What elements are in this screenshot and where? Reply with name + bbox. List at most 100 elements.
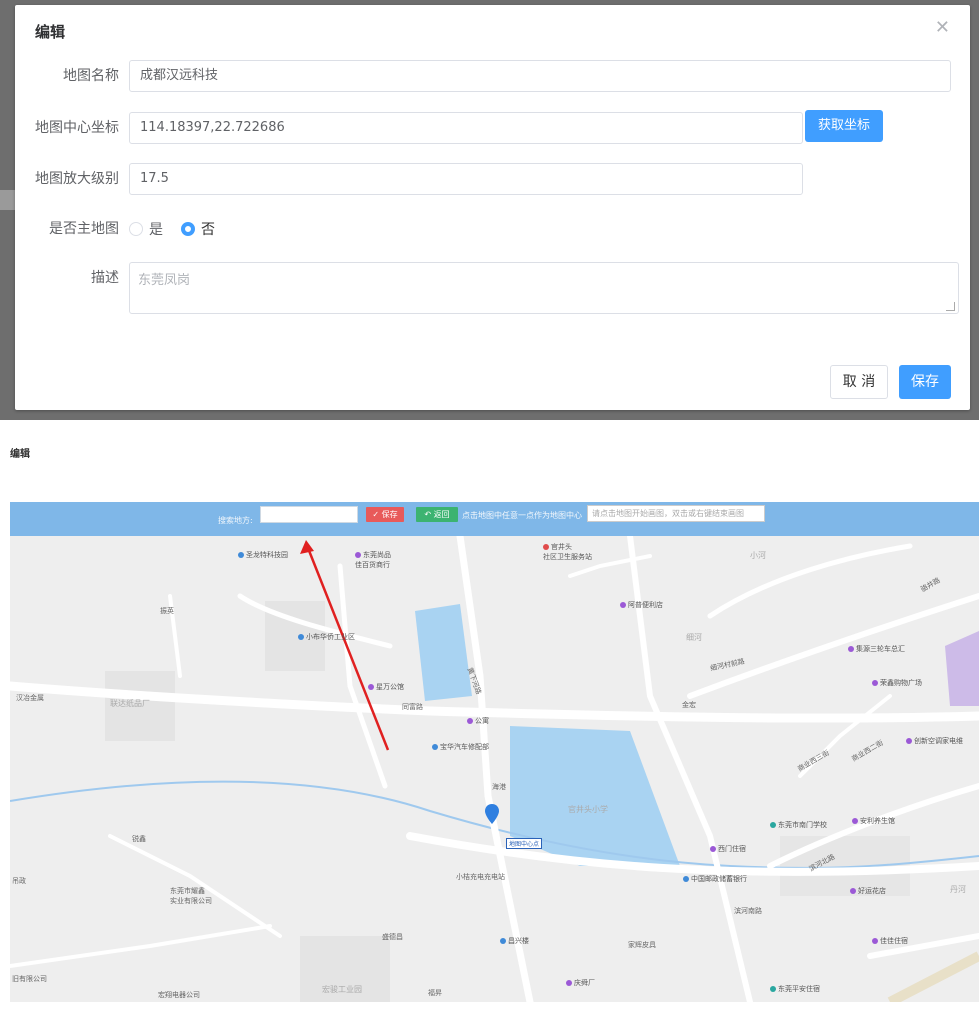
is-main-label: 是否主地图 <box>49 221 119 237</box>
map-roads <box>10 536 979 1002</box>
radio-yes-label[interactable]: 是 <box>149 219 163 239</box>
map-label: 阿普便利店 <box>620 600 663 610</box>
poi-pin-icon <box>543 544 549 550</box>
dialog-title: 编辑 <box>35 23 66 41</box>
poi-pin-icon <box>298 634 304 640</box>
description-textarea[interactable]: 东莞凤岗 <box>129 262 959 314</box>
poi-pin-icon <box>848 646 854 652</box>
poi-pin-icon <box>566 980 572 986</box>
map-label: 小布华侨工业区 <box>298 632 355 642</box>
radio-yes[interactable] <box>129 222 143 236</box>
map-label: 海港 <box>492 783 506 791</box>
row-map-name: 地图名称 成都汉远科技 <box>15 60 970 92</box>
zoom-label: 地图放大级别 <box>35 171 119 187</box>
map-label: 东莞尚品 佳百货商行 <box>355 551 391 569</box>
map-label: 官井头小学 <box>568 805 608 814</box>
poi-pin-icon <box>620 602 626 608</box>
poi-pin-icon <box>906 738 912 744</box>
radio-no[interactable] <box>181 222 195 236</box>
poi-pin-icon <box>872 680 878 686</box>
map-label: 东莞平安住宿 <box>770 984 820 994</box>
map-label: 集源三轮车总汇 <box>848 644 905 654</box>
map-center-hint: 点击地图中任意一点作为地图中心 <box>462 511 582 520</box>
map-label: 好运花店 <box>850 886 886 896</box>
map-label: 丹河 <box>950 885 966 894</box>
map-label: 汉冶金属 <box>16 694 44 702</box>
map-save-button[interactable]: ✓ 保存 <box>366 507 404 522</box>
map-label: 创新空调家电维 <box>906 736 963 746</box>
row-description: 描述 东莞凤岗 <box>15 262 970 314</box>
map-toolbar: 搜索地方: ✓ 保存 ↶ 返回 点击地图中任意一点作为地图中心 请点击地图开始画… <box>10 502 979 536</box>
description-label: 描述 <box>91 270 119 286</box>
map-label: 星万公馆 <box>368 682 404 692</box>
map-label: 中国邮政储蓄银行 <box>683 874 747 884</box>
search-label: 搜索地方: <box>218 516 253 525</box>
poi-pin-icon <box>710 846 716 852</box>
save-button[interactable]: 保存 <box>899 365 951 399</box>
dialog-screenshot: 编辑 ✕ 地图名称 成都汉远科技 地图中心坐标 114.18397,22.722… <box>0 0 979 420</box>
map-name-label: 地图名称 <box>63 68 119 84</box>
center-coord-input[interactable]: 114.18397,22.722686 <box>129 112 803 144</box>
map-name-input[interactable]: 成都汉远科技 <box>129 60 951 92</box>
map-label: 旧有限公司 <box>12 975 47 983</box>
radio-no-label[interactable]: 否 <box>201 219 215 239</box>
get-coordinate-button[interactable]: 获取坐标 <box>805 110 883 142</box>
poi-pin-icon <box>355 552 361 558</box>
map-label: 滨河南路 <box>734 907 762 915</box>
poi-pin-icon <box>500 938 506 944</box>
poi-pin-icon <box>432 744 438 750</box>
map-label: 荣鑫购物广场 <box>872 678 922 688</box>
is-main-radio-group: 是 否 <box>129 213 233 245</box>
search-place-input[interactable] <box>260 506 358 523</box>
row-is-main: 是否主地图 是 否 <box>15 213 970 245</box>
map-label: 小桔充电充电站 <box>456 873 505 881</box>
poi-pin-icon <box>850 888 856 894</box>
cancel-button[interactable]: 取 消 <box>830 365 888 399</box>
map-label: 公寓 <box>467 716 489 726</box>
map-editor: 搜索地方: ✓ 保存 ↶ 返回 点击地图中任意一点作为地图中心 请点击地图开始画… <box>10 502 979 1002</box>
map-label: 金宏 <box>682 701 696 709</box>
background-strip <box>0 190 16 210</box>
poi-pin-icon <box>770 986 776 992</box>
map-label: 佳佳住宿 <box>872 936 908 946</box>
map-label: 细河 <box>686 633 702 642</box>
map-label: 联达纸品厂 <box>110 699 150 708</box>
map-label: 小河 <box>750 551 766 560</box>
map-label: 圣龙特科技园 <box>238 550 288 560</box>
poi-pin-icon <box>238 552 244 558</box>
description-placeholder: 东莞凤岗 <box>138 273 191 288</box>
poi-pin-icon <box>467 718 473 724</box>
map-label: 官井头 社区卫生服务站 <box>543 543 592 561</box>
edit-dialog: 编辑 ✕ 地图名称 成都汉远科技 地图中心坐标 114.18397,22.722… <box>15 5 970 410</box>
map-label: 庆舜厂 <box>566 978 595 988</box>
resize-handle-icon[interactable] <box>946 302 955 311</box>
draw-hint-input[interactable]: 请点击地图开始画图，双击或右键结束画图 <box>587 505 765 522</box>
map-label: 宏翔电器公司 <box>158 991 200 999</box>
poi-pin-icon <box>852 818 858 824</box>
map-label: 宏骏工业园 <box>322 985 362 994</box>
editor-page-title: 编辑 <box>10 449 30 460</box>
map-label: 西门住宿 <box>710 844 746 854</box>
map-label: 家辉皮具 <box>628 941 656 949</box>
poi-pin-icon <box>368 684 374 690</box>
map-label: 福昇 <box>428 989 442 997</box>
poi-pin-icon <box>683 876 689 882</box>
poi-pin-icon <box>872 938 878 944</box>
map-label: 东莞市南门学校 <box>770 820 827 830</box>
map-label: 东莞市耀鑫 实业有限公司 <box>170 887 212 905</box>
map-label: 昌兴楼 <box>500 936 529 946</box>
map-center-label: 地图中心点 <box>506 838 543 849</box>
zoom-input[interactable]: 17.5 <box>129 163 803 195</box>
map-label: 安利养生馆 <box>852 816 895 826</box>
row-zoom: 地图放大级别 17.5 <box>15 163 970 195</box>
close-icon[interactable]: ✕ <box>935 17 950 38</box>
map-label: 振英 <box>160 607 174 615</box>
map-label: 同富路 <box>402 703 423 711</box>
map-label: 锐鑫 <box>132 835 146 843</box>
row-center-coord: 地图中心坐标 114.18397,22.722686 获取坐标 <box>15 110 970 144</box>
center-coord-label: 地图中心坐标 <box>35 120 119 136</box>
map-back-button[interactable]: ↶ 返回 <box>416 507 458 522</box>
map-canvas[interactable]: 地图中心点 圣龙特科技园 东莞尚品 佳百货商行 官井头 社区卫生服务站 阿普便利… <box>10 536 979 1002</box>
map-label: 吊政 <box>12 877 26 885</box>
map-label: 宝华汽车修配部 <box>432 742 489 752</box>
